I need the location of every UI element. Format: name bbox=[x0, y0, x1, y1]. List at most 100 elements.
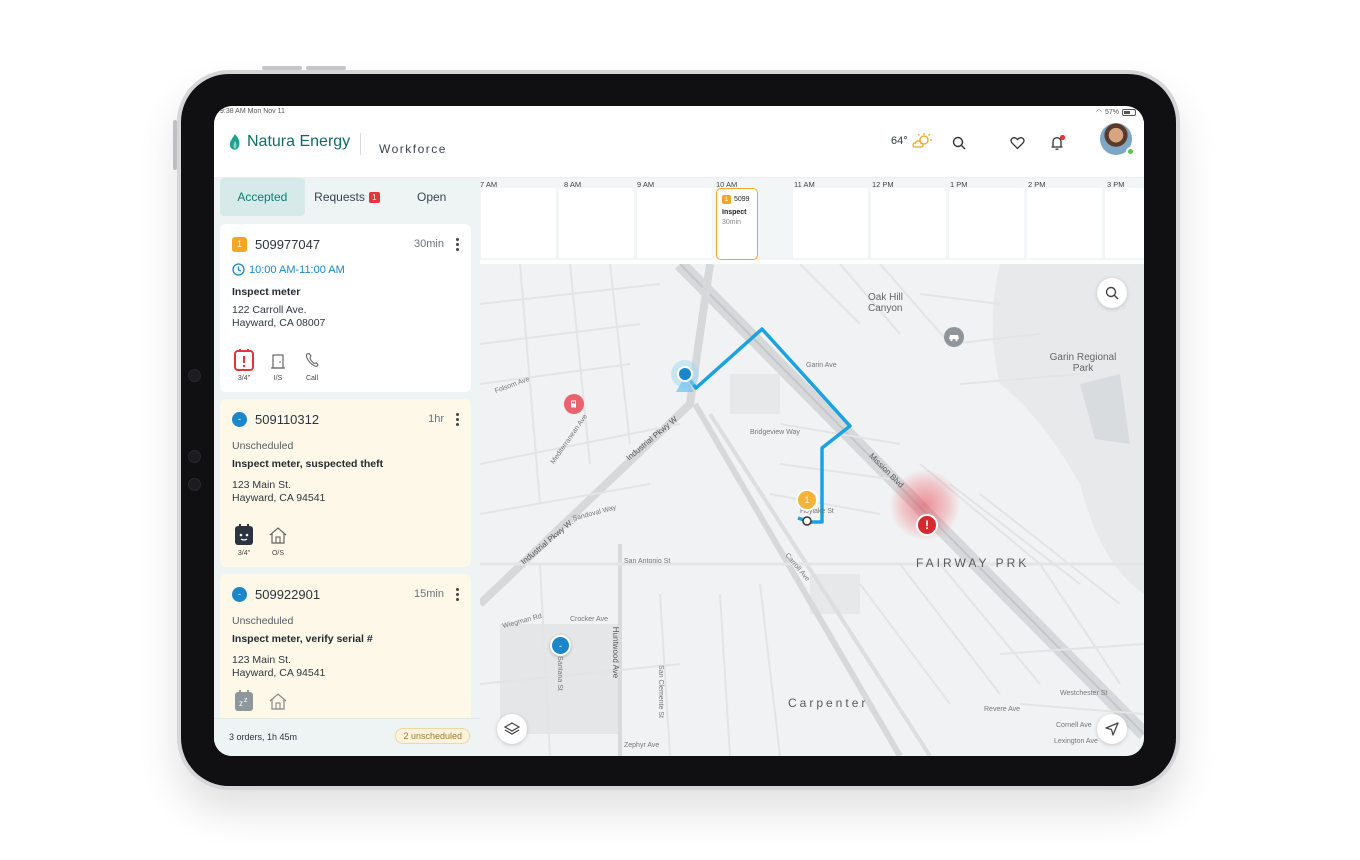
wifi-icon: ◠ bbox=[1095, 109, 1102, 116]
timeline-job-block[interactable]: 1 5099 Inspect 30min bbox=[716, 188, 758, 260]
job-map-pin[interactable]: 1 bbox=[796, 489, 818, 511]
order-summary: 3 orders, 1h 45m bbox=[229, 732, 298, 742]
priority-badge: - bbox=[232, 411, 247, 427]
appointment-time: 10:00 AM-11:00 AM bbox=[232, 263, 459, 276]
tab-requests[interactable]: Requests 1 bbox=[305, 178, 390, 216]
card-header: 1 509977047 30min bbox=[232, 235, 459, 253]
timeline-slot[interactable] bbox=[871, 188, 946, 258]
timeline-slot[interactable] bbox=[637, 188, 712, 258]
address-line-1: 123 Main St. bbox=[232, 654, 291, 666]
brand-name: Natura Energy bbox=[247, 133, 351, 150]
job-duration: 30min bbox=[722, 219, 742, 226]
priority-badge: 1 bbox=[722, 195, 731, 204]
layers-icon bbox=[504, 722, 520, 735]
phone-icon bbox=[305, 352, 319, 367]
area-label: Carpenter bbox=[788, 696, 869, 710]
job-id: 5099 bbox=[734, 196, 750, 203]
battery-percent: 57% bbox=[1104, 108, 1119, 116]
navigation-arrow-icon bbox=[1105, 722, 1119, 736]
alert-map-pin[interactable]: ! bbox=[916, 514, 938, 536]
meter-size-attribute: 3/4" bbox=[232, 348, 256, 382]
job-title: Inspect bbox=[722, 209, 747, 216]
screen: 9:38 AM Mon Nov 11 ◠ 57% Natura Energy W… bbox=[214, 106, 1144, 756]
app-title: Workforce bbox=[379, 142, 447, 156]
tab-label: Accepted bbox=[237, 190, 288, 204]
attribute-label: Call bbox=[305, 375, 319, 382]
tab-label: Open bbox=[417, 190, 447, 204]
order-id: 509110312 bbox=[255, 411, 320, 427]
weather-widget[interactable]: 64° bbox=[891, 133, 932, 149]
meter-icon bbox=[235, 524, 253, 545]
map-layers-button[interactable] bbox=[497, 714, 527, 744]
order-list: 1 509977047 30min 10:00 AM-11:00 AM Insp… bbox=[220, 224, 471, 718]
order-attributes: 3/4" O/S bbox=[232, 523, 290, 557]
address-line-2: Hayward, CA 94541 bbox=[232, 492, 326, 504]
order-address: 123 Main St. Hayward, CA 94541 bbox=[232, 479, 459, 505]
timeline-slot[interactable] bbox=[949, 188, 1024, 258]
street-label: Santana St bbox=[555, 656, 563, 691]
location-attribute: I/S bbox=[266, 348, 290, 382]
online-status-dot bbox=[1126, 147, 1135, 156]
street-label: Lexington Ave bbox=[1054, 738, 1098, 745]
street-label: Cornell Ave bbox=[1056, 722, 1092, 729]
header-divider bbox=[360, 133, 361, 155]
status-right: ◠ 57% bbox=[1096, 108, 1136, 116]
address-line-2: Hayward, CA 08007 bbox=[232, 317, 326, 329]
fuel-pump-icon bbox=[571, 400, 576, 408]
timeline-slot[interactable] bbox=[1027, 188, 1102, 258]
timeline-slot[interactable] bbox=[1105, 188, 1144, 258]
sleep-meter-icon: zz bbox=[235, 690, 253, 711]
call-attribute[interactable]: Call bbox=[300, 348, 324, 382]
order-tabs: Accepted Requests 1 Open bbox=[220, 178, 474, 216]
more-options-icon[interactable] bbox=[456, 412, 459, 426]
leaf-flame-icon bbox=[229, 134, 240, 150]
street-label: Huntwood Ave bbox=[611, 626, 621, 679]
search-button[interactable] bbox=[949, 133, 969, 153]
app-header: Natura Energy Workforce 64° bbox=[214, 120, 1144, 178]
order-card[interactable]: 1 509977047 30min 10:00 AM-11:00 AM Insp… bbox=[220, 224, 471, 392]
tab-open[interactable]: Open bbox=[389, 178, 474, 216]
sidebar: Accepted Requests 1 Open 1 509977047 30mi… bbox=[214, 178, 480, 756]
order-duration: 15min bbox=[414, 588, 444, 600]
unscheduled-map-pin[interactable]: - bbox=[550, 635, 571, 656]
address-line-2: Hayward, CA 94541 bbox=[232, 667, 326, 679]
place-label: Garin Regional Park bbox=[1049, 352, 1117, 374]
location-attribute bbox=[266, 689, 290, 713]
order-id: 509977047 bbox=[255, 236, 321, 252]
attribute-label: 3/4" bbox=[237, 375, 251, 382]
job-header: 1 5099 bbox=[722, 195, 752, 204]
unscheduled-filter-pill[interactable]: 2 unscheduled bbox=[395, 728, 470, 744]
house-icon bbox=[269, 527, 287, 544]
bell-icon bbox=[1051, 135, 1066, 150]
attribute-label: I/S bbox=[273, 375, 283, 382]
requests-count-badge: 1 bbox=[368, 191, 380, 203]
timeline-slot[interactable] bbox=[793, 188, 868, 258]
more-options-icon[interactable] bbox=[456, 587, 459, 601]
order-attributes: 3/4" I/S Call bbox=[232, 348, 324, 382]
timeline-slot[interactable] bbox=[481, 188, 556, 258]
gas-station-icon[interactable] bbox=[564, 394, 584, 414]
street-label: Zephyr Ave bbox=[624, 742, 660, 749]
map-view[interactable]: Oak Hill Canyon Garin Regional Park FAIR… bbox=[480, 264, 1144, 756]
priority-badge: - bbox=[232, 586, 247, 602]
heart-icon bbox=[1009, 137, 1025, 150]
order-summary-bar: 3 orders, 1h 45m 2 unscheduled bbox=[214, 718, 480, 756]
timeline-slot[interactable] bbox=[559, 188, 634, 258]
order-card[interactable]: - 509110312 1hr Unscheduled Inspect mete… bbox=[220, 399, 471, 567]
street-label: Revere Ave bbox=[984, 706, 1021, 713]
car-icon bbox=[949, 335, 959, 342]
order-card[interactable]: - 509922901 15min Unscheduled Inspect me… bbox=[220, 574, 471, 718]
address-line-1: 123 Main St. bbox=[232, 479, 291, 491]
map-search-button[interactable] bbox=[1097, 278, 1127, 308]
order-duration: 30min bbox=[414, 238, 444, 250]
partly-sunny-icon bbox=[912, 133, 932, 148]
recenter-button[interactable] bbox=[1097, 714, 1127, 744]
parking-icon[interactable] bbox=[944, 327, 964, 347]
notifications-button[interactable] bbox=[1048, 133, 1068, 153]
tab-accepted[interactable]: Accepted bbox=[220, 178, 305, 216]
door-icon bbox=[271, 354, 285, 369]
brand-logo[interactable]: Natura Energy bbox=[228, 133, 350, 151]
favorites-button[interactable] bbox=[1007, 133, 1027, 153]
schedule-status: Unscheduled bbox=[232, 440, 294, 452]
more-options-icon[interactable] bbox=[456, 237, 459, 251]
